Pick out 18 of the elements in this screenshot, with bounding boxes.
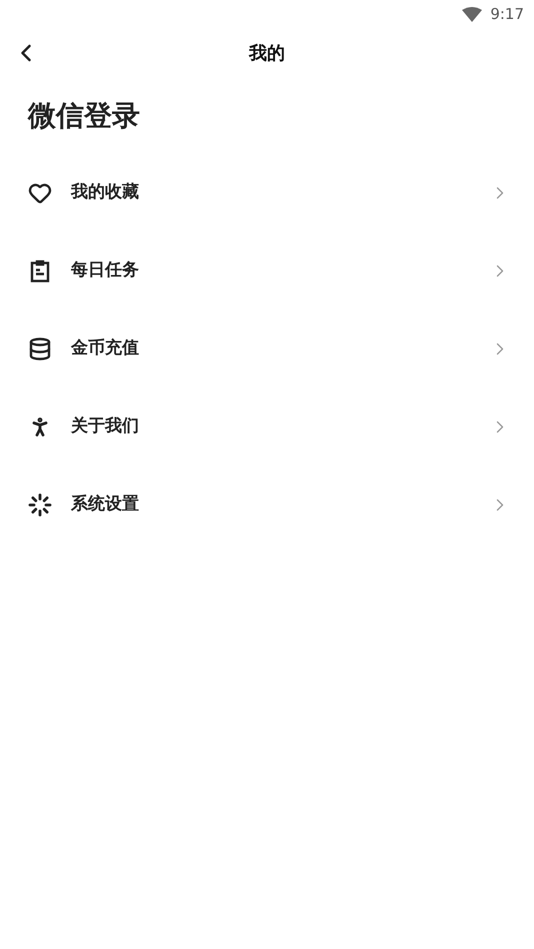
wifi-icon bbox=[462, 6, 482, 22]
menu-item[interactable]: 关于我们 bbox=[0, 388, 534, 466]
spinner-icon bbox=[28, 493, 52, 517]
menu-item[interactable]: 金币充值 bbox=[0, 310, 534, 388]
menu-item-label: 系统设置 bbox=[71, 493, 140, 516]
page-title: 我的 bbox=[249, 42, 285, 66]
clipboard-icon bbox=[28, 259, 52, 283]
menu-item-label: 关于我们 bbox=[71, 415, 140, 438]
menu-item[interactable]: 每日任务 bbox=[0, 232, 534, 310]
menu-item-label: 金币充值 bbox=[71, 337, 140, 360]
database-icon bbox=[28, 337, 52, 361]
menu-item[interactable]: 我的收藏 bbox=[0, 154, 534, 232]
menu-item-label: 我的收藏 bbox=[71, 181, 140, 204]
wechat-login-link[interactable]: 微信登录 bbox=[28, 102, 140, 130]
menu-item[interactable]: 系统设置 bbox=[0, 466, 534, 544]
heart-icon bbox=[28, 181, 52, 205]
status-time: 9:17 bbox=[490, 4, 524, 25]
menu-item-label: 每日任务 bbox=[71, 259, 140, 282]
